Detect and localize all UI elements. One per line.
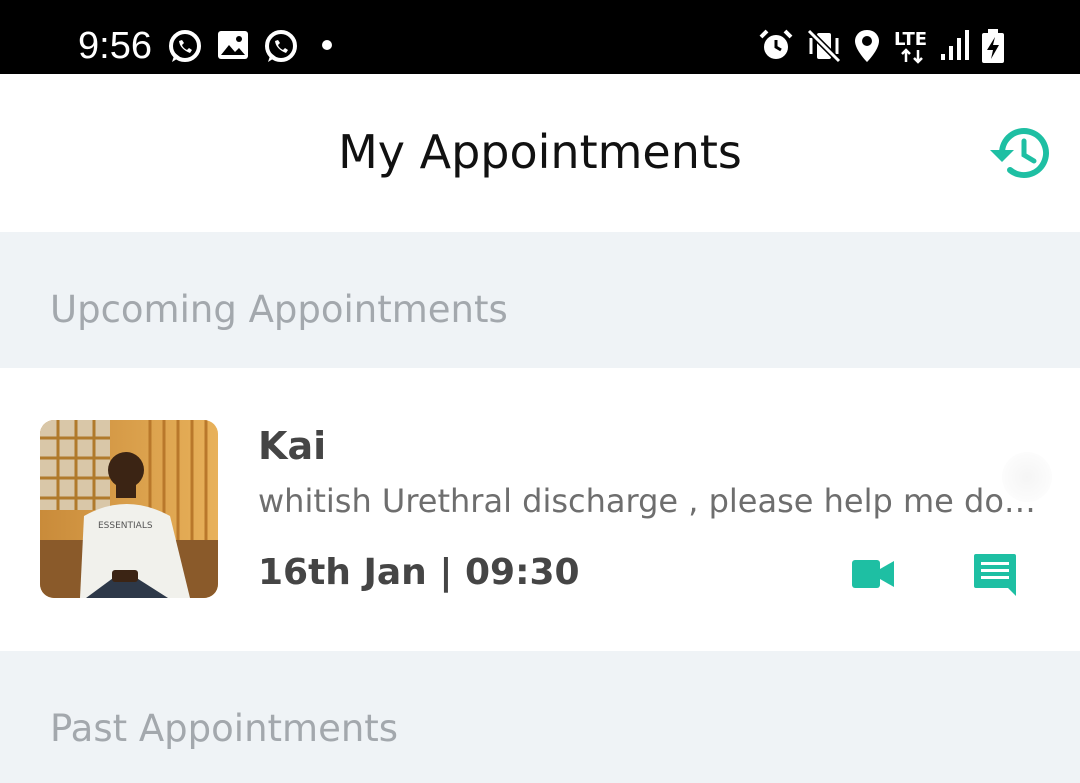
page-title: My Appointments	[338, 125, 742, 179]
gallery-icon	[216, 28, 250, 67]
status-bar: 9:56 LTE	[0, 0, 1080, 74]
card-decoration	[1002, 452, 1052, 502]
chat-button[interactable]	[972, 552, 1018, 598]
history-icon	[990, 128, 1049, 179]
location-icon	[852, 28, 882, 69]
video-call-button[interactable]	[850, 556, 896, 592]
battery-charging-icon	[980, 28, 1006, 71]
svg-text:ESSENTIALS: ESSENTIALS	[98, 521, 153, 531]
avatar: ESSENTIALS	[40, 420, 218, 598]
upcoming-section-header: Upcoming Appointments	[0, 232, 1080, 368]
lte-icon: LTE	[894, 28, 936, 69]
appointment-reason: whitish Urethral discharge , please help…	[258, 482, 1038, 520]
video-call-icon	[852, 560, 894, 588]
svg-text:LTE: LTE	[894, 29, 927, 50]
past-section-header: Past Appointments	[0, 651, 1080, 783]
patient-name: Kai	[258, 424, 327, 468]
history-button[interactable]	[986, 124, 1052, 182]
whatsapp-icon	[262, 28, 300, 71]
vibrate-icon	[806, 28, 842, 69]
signal-icon	[940, 28, 970, 69]
notification-dot	[322, 40, 332, 50]
alarm-icon	[758, 28, 794, 69]
whatsapp-icon	[166, 28, 204, 71]
app-header: My Appointments	[0, 74, 1080, 232]
status-time: 9:56	[78, 25, 152, 67]
appointment-datetime: 16th Jan | 09:30	[258, 552, 580, 593]
chat-icon	[974, 554, 1016, 596]
upcoming-section-title: Upcoming Appointments	[50, 288, 508, 331]
past-section-title: Past Appointments	[50, 707, 399, 750]
appointment-card[interactable]: ESSENTIALS Kai whitish Urethral discharg…	[0, 368, 1080, 651]
